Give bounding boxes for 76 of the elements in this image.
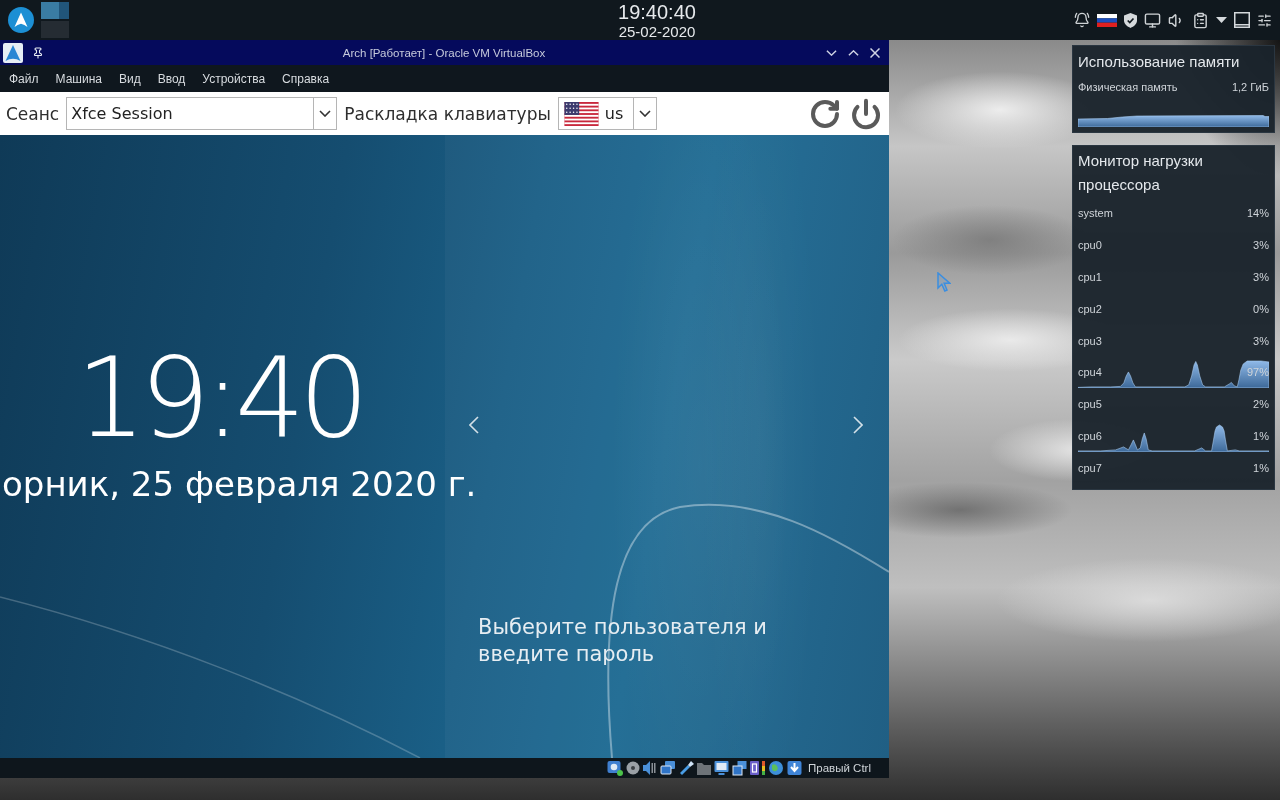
cpu-label: cpu6	[1078, 430, 1102, 443]
cpu-reading: 0%	[1253, 302, 1269, 315]
chevron-up-icon	[847, 49, 859, 56]
window-icon[interactable]	[1234, 12, 1250, 28]
cpu-reading: 14%	[1246, 206, 1269, 219]
globe-icon[interactable]	[768, 760, 785, 776]
logo-icon	[8, 7, 34, 33]
chevron-down-icon	[638, 110, 651, 117]
chip-icon[interactable]	[750, 760, 760, 776]
chevron-right-icon	[853, 416, 863, 434]
host-key-label: Правый Ctrl	[808, 762, 871, 774]
arrow-down-icon[interactable]	[787, 760, 803, 776]
sliders-icon[interactable]	[1257, 12, 1272, 28]
clipboard-icon[interactable]	[1192, 11, 1209, 29]
monitors-icon[interactable]	[660, 760, 677, 776]
cpu-label: cpu5	[1078, 398, 1102, 411]
cpu-label: cpu2	[1078, 302, 1102, 315]
layout-dropdown[interactable]: us	[557, 97, 657, 130]
desktop-thumbnail[interactable]	[41, 2, 69, 19]
cpu-reading: 3%	[1253, 334, 1269, 347]
window-title: Arch [Работает] - Oracle VM VirtualBox	[342, 46, 546, 59]
plug-icon[interactable]	[679, 760, 695, 776]
power-button[interactable]	[849, 96, 883, 131]
cpu-label: cpu4	[1078, 366, 1102, 379]
menu-item[interactable]: Файл	[9, 71, 39, 86]
clock-date: 25-02-2020	[618, 22, 696, 40]
cpu-reading: 3%	[1253, 270, 1269, 283]
login-date: орник, 25 февраля 2020 г.	[2, 464, 477, 505]
menu-item[interactable]: Устройства	[202, 71, 266, 86]
launcher-button[interactable]	[6, 5, 36, 35]
menu-item[interactable]: Машина	[55, 71, 102, 86]
cpu-reading: 1%	[1253, 430, 1269, 443]
windows-icon[interactable]	[732, 760, 748, 776]
cpu-label: cpu3	[1078, 334, 1102, 347]
cursor-icon	[937, 272, 951, 292]
widget-title: Использование памяти	[1078, 52, 1241, 72]
widget-title: Монитор нагрузки процессора	[1078, 151, 1204, 195]
login-clock: 19:40	[76, 343, 364, 453]
session-dropdown[interactable]: Xfce Session	[66, 97, 338, 130]
speaker-icon[interactable]	[643, 760, 658, 776]
folder-icon[interactable]	[697, 760, 712, 776]
cpu-label: cpu0	[1078, 238, 1102, 251]
cpu-reading: 97%	[1246, 366, 1269, 379]
session-label: Сеанс	[6, 103, 60, 124]
shield-icon[interactable]	[1124, 12, 1137, 28]
caret-icon[interactable]	[1216, 17, 1227, 23]
cpu-label: system	[1078, 206, 1113, 219]
disc-icon[interactable]	[626, 760, 641, 776]
window-thumbnail	[41, 2, 59, 19]
chevron-left-icon	[469, 416, 479, 434]
chevron-down-icon	[825, 49, 837, 56]
chevron-down-icon	[319, 110, 332, 117]
cpu-reading: 3%	[1253, 238, 1269, 251]
close-icon	[870, 47, 880, 58]
rotate-icon	[809, 97, 841, 130]
login-prompt: Выберите пользователя и введите пароль	[478, 614, 768, 668]
pin-icon[interactable]	[32, 46, 44, 59]
menu-item[interactable]: Вид	[118, 71, 141, 86]
monitor-icon[interactable]	[714, 760, 730, 776]
cpu-label: cpu1	[1078, 270, 1102, 283]
layout-label: Раскладка клавиатуры	[344, 103, 551, 124]
flag-icon	[562, 101, 600, 126]
memory-label: Физическая память	[1078, 80, 1178, 95]
cpu-label: cpu7	[1078, 462, 1102, 475]
menu-item[interactable]: Ввод	[157, 71, 186, 86]
bell-icon[interactable]	[1074, 12, 1090, 28]
cpu-reading: 2%	[1253, 398, 1269, 411]
menu-item[interactable]: Справка	[282, 71, 330, 86]
clock-time: 19:40:40	[618, 0, 696, 23]
cpu-reading: 1%	[1253, 462, 1269, 475]
app-icon[interactable]	[3, 42, 23, 63]
monitor-icon[interactable]	[1144, 11, 1161, 29]
flag-icon[interactable]	[1097, 13, 1117, 27]
meter-icon[interactable]	[762, 760, 766, 776]
memory-reading: 1,2 ГиБ	[1231, 80, 1269, 95]
power-icon	[850, 97, 882, 130]
